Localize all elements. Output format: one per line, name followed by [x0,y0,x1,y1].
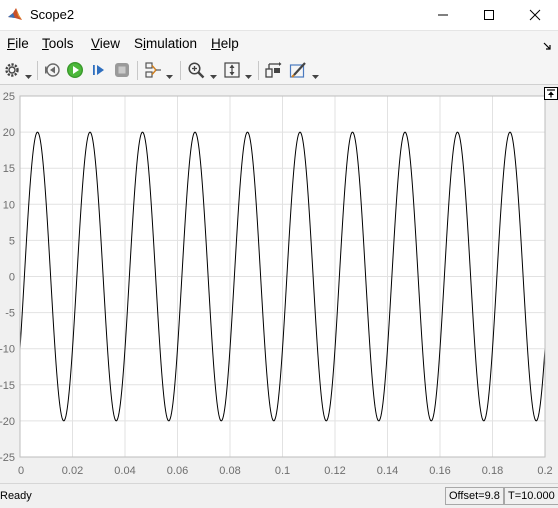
chevron-down-icon[interactable] [210,68,217,79]
menu-simulation[interactable]: Simulation [134,36,197,51]
close-button[interactable] [512,0,558,30]
time-indicator: T=10.000 [504,487,558,505]
menu-tools[interactable]: Tools [42,36,74,51]
close-icon [529,9,541,21]
toolbar-separator [258,61,259,80]
toolbar [0,57,558,85]
maximize-button[interactable] [466,0,512,30]
y-tick-label: 0 [9,272,15,284]
x-tick-label: 0 [18,465,24,477]
toolbar-separator [180,61,181,80]
step-back-icon[interactable] [43,61,61,79]
y-tick-label: 10 [3,199,15,211]
zoom-icon[interactable] [187,61,205,79]
menu-bar: File Tools View Simulation Help [0,31,558,58]
toolbar-separator [37,61,38,80]
status-text: Ready [0,490,32,502]
offset-indicator: Offset=9.8 [445,487,504,505]
toolbar-separator [137,61,138,80]
x-tick-label: 0.16 [429,465,450,477]
y-tick-label: -5 [5,308,15,320]
y-tick-label: 25 [3,91,15,103]
title-bar: Scope2 [0,0,558,31]
minimize-button[interactable] [420,0,466,30]
legend-toggle-button[interactable] [544,87,558,100]
y-tick-label: -15 [0,380,15,392]
menu-help[interactable]: Help [211,36,239,51]
style-icon[interactable] [289,61,307,79]
minimize-icon [438,14,448,16]
scale-axes-icon[interactable] [223,61,241,79]
x-tick-label: 0.12 [324,465,345,477]
x-tick-labels: 0 0.02 0.04 0.06 0.08 0.1 0.12 0.14 0.16 0.18 0.2 [18,465,553,477]
y-tick-labels: 25 20 15 10 5 0 -5 -10 -15 -20 -25 [0,91,15,464]
menu-file[interactable]: File [7,36,29,51]
y-tick-label: 15 [3,163,15,175]
y-tick-label: 5 [9,235,15,247]
stop-icon[interactable] [113,61,131,79]
status-bar: Ready Offset=9.8 T=10.000 [0,483,558,508]
run-icon[interactable] [66,61,84,79]
chevron-down-icon[interactable] [245,68,252,79]
x-tick-label: 0.18 [482,465,503,477]
signal-selector-icon[interactable] [144,61,162,79]
chevron-down-icon[interactable] [312,68,319,79]
step-forward-icon[interactable] [90,61,108,79]
undock-arrow-icon[interactable] [543,39,552,54]
matlab-icon [7,7,23,23]
y-tick-label: -25 [0,452,15,464]
x-tick-label: 0.06 [167,465,188,477]
y-tick-label: 20 [3,127,15,139]
x-tick-label: 0.2 [537,465,552,477]
x-tick-label: 0.02 [62,465,83,477]
window-title: Scope2 [30,7,75,22]
scope-axes[interactable]: 25 20 15 10 5 0 -5 -10 -15 -20 -25 0 0.02 0.04 0.06 0.… [0,85,558,482]
x-tick-label: 0.08 [219,465,240,477]
maximize-axes-icon [547,89,555,98]
y-tick-label: -20 [0,416,15,428]
scope-display[interactable]: 25 20 15 10 5 0 -5 -10 -15 -20 -25 0 0.02 0.04 0.06 0.… [0,85,558,482]
y-tick-label: -10 [0,344,15,356]
x-tick-label: 0.14 [377,465,398,477]
maximize-icon [484,10,494,20]
settings-gear-icon[interactable] [3,61,21,79]
x-tick-label: 0.1 [275,465,290,477]
menu-view[interactable]: View [91,36,120,51]
chevron-down-icon[interactable] [166,68,173,79]
chevron-down-icon[interactable] [25,68,32,79]
x-tick-label: 0.04 [114,465,135,477]
highlight-simulink-block-icon[interactable] [264,61,282,79]
